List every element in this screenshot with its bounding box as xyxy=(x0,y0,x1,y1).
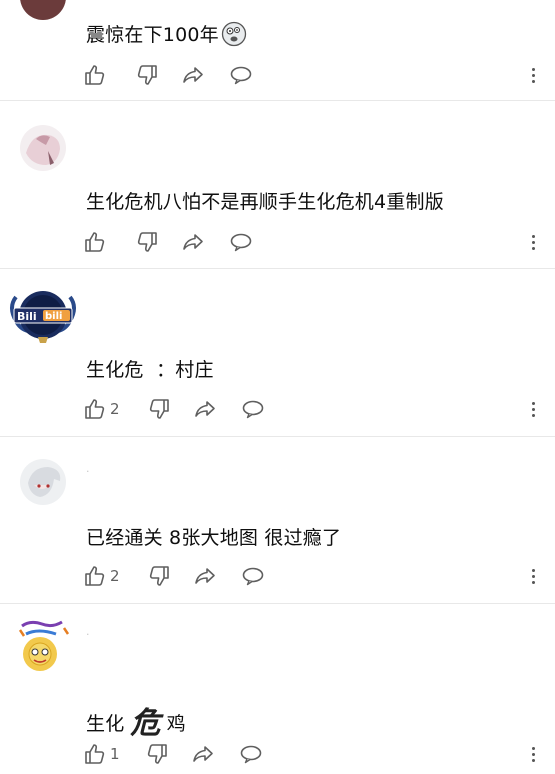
dislike-button[interactable] xyxy=(134,62,158,88)
dislike-button[interactable] xyxy=(146,396,170,422)
like-button[interactable]: 1 xyxy=(84,741,120,767)
comment-actions xyxy=(84,229,544,255)
comment-4: · 已经通关 8张大地图 很过瘾了 2 xyxy=(0,437,555,603)
more-vert-icon xyxy=(531,568,535,584)
reply-bubble-icon xyxy=(239,742,263,766)
thumbs-up-icon xyxy=(84,564,108,588)
username[interactable]: · xyxy=(86,465,90,478)
share-icon xyxy=(181,230,205,254)
like-count: 1 xyxy=(110,745,120,763)
more-options-button[interactable] xyxy=(525,230,541,254)
like-button[interactable] xyxy=(84,229,108,255)
comment-actions: 1 xyxy=(84,741,544,767)
reply-button[interactable] xyxy=(239,741,263,767)
thumbs-down-icon xyxy=(134,230,158,254)
comment-text: 生化危 ：村庄 xyxy=(86,359,214,381)
more-vert-icon xyxy=(531,234,535,250)
dislike-button[interactable] xyxy=(134,229,158,255)
share-button[interactable] xyxy=(193,563,217,589)
like-count: 2 xyxy=(110,400,120,418)
comment-5: · 生化危鸡 1 xyxy=(0,604,555,774)
more-options-button[interactable] xyxy=(525,397,541,421)
username[interactable]: · xyxy=(86,628,90,641)
avatar[interactable] xyxy=(16,616,72,672)
reply-button[interactable] xyxy=(241,396,265,422)
comment-2: 生化危机八怕不是再顺手生化危机4重制版 xyxy=(0,101,555,268)
more-vert-icon xyxy=(531,746,535,762)
dislike-button[interactable] xyxy=(144,741,168,767)
svg-text:bili: bili xyxy=(45,311,62,322)
share-icon xyxy=(181,63,205,87)
more-vert-icon xyxy=(531,67,535,83)
reply-button[interactable] xyxy=(241,563,265,589)
share-icon xyxy=(193,564,217,588)
stylized-character: 危 xyxy=(130,706,161,741)
reply-bubble-icon xyxy=(229,230,253,254)
comment-1: 震惊在下100年 xyxy=(0,0,555,100)
comment-actions: 2 xyxy=(84,396,544,422)
like-button[interactable]: 2 xyxy=(84,396,120,422)
share-button[interactable] xyxy=(181,229,205,255)
comment-text: 震惊在下100年 xyxy=(86,20,247,52)
share-button[interactable] xyxy=(191,741,215,767)
more-options-button[interactable] xyxy=(525,564,541,588)
thumbs-up-icon xyxy=(84,742,108,766)
like-count: 2 xyxy=(110,567,120,585)
thumbs-up-icon xyxy=(84,230,108,254)
avatar[interactable] xyxy=(20,125,66,171)
thumbs-up-icon xyxy=(84,397,108,421)
comment-3: Bili bili 生化危 ：村庄 2 xyxy=(0,269,555,436)
comment-actions: 2 xyxy=(84,563,544,589)
reply-bubble-icon xyxy=(229,63,253,87)
reply-bubble-icon xyxy=(241,397,265,421)
thumbs-down-icon xyxy=(146,397,170,421)
bilibili-logo-text: Bili xyxy=(17,310,37,323)
share-button[interactable] xyxy=(181,62,205,88)
share-button[interactable] xyxy=(193,396,217,422)
comment-text: 已经通关 8张大地图 很过瘾了 xyxy=(86,527,342,549)
reply-button[interactable] xyxy=(229,229,253,255)
more-options-button[interactable] xyxy=(525,742,541,766)
share-icon xyxy=(191,742,215,766)
reply-button[interactable] xyxy=(229,62,253,88)
avatar[interactable]: Bili bili xyxy=(8,287,78,349)
share-icon xyxy=(193,397,217,421)
avatar[interactable] xyxy=(20,459,66,505)
comment-text: 生化危鸡 xyxy=(86,706,186,741)
shocked-face-emoji-icon xyxy=(221,21,247,52)
comment-actions xyxy=(84,62,544,88)
like-button[interactable] xyxy=(84,62,108,88)
more-vert-icon xyxy=(531,401,535,417)
thumbs-down-icon xyxy=(134,63,158,87)
more-options-button[interactable] xyxy=(525,63,541,87)
avatar[interactable] xyxy=(20,0,66,20)
thumbs-down-icon xyxy=(146,564,170,588)
dislike-button[interactable] xyxy=(146,563,170,589)
thumbs-down-icon xyxy=(144,742,168,766)
comment-text: 生化危机八怕不是再顺手生化危机4重制版 xyxy=(86,191,444,213)
like-button[interactable]: 2 xyxy=(84,563,120,589)
thumbs-up-icon xyxy=(84,63,108,87)
reply-bubble-icon xyxy=(241,564,265,588)
